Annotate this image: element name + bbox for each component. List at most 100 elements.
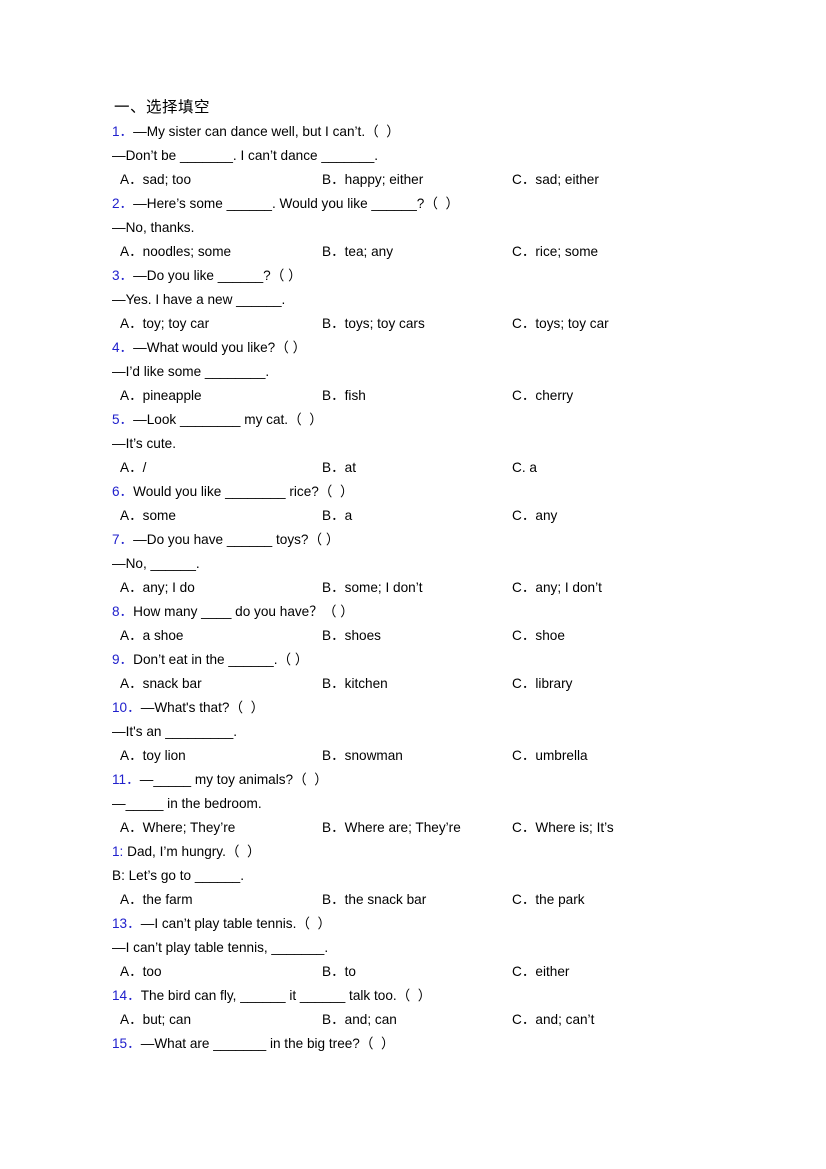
question-continuation: B: Let’s go to ______. xyxy=(112,868,245,883)
question-stem-line: 15．—What are _______ in the big tree?（ ） xyxy=(112,1032,716,1056)
question-stem: The bird can fly, ______ it ______ talk … xyxy=(140,988,432,1003)
option-c[interactable]: C．and; can’t xyxy=(512,1008,594,1032)
question-item: 9．Don’t eat in the ______.（ ） A．snack ba… xyxy=(112,648,716,696)
option-c[interactable]: C．shoe xyxy=(512,624,565,648)
question-item: 10．—What's that?（ ） —It's an _________. … xyxy=(112,696,716,768)
question-stem: —What are _______ in the big tree?（ ） xyxy=(140,1036,395,1051)
question-continuation: —_____ in the bedroom. xyxy=(112,796,262,811)
option-c[interactable]: C．the park xyxy=(512,888,585,912)
question-stem: —Do you like ______?（ ） xyxy=(133,268,302,283)
option-b[interactable]: B．kitchen xyxy=(322,672,388,696)
option-b[interactable]: B．shoes xyxy=(322,624,381,648)
question-stem: How many ____ do you have？（ ） xyxy=(133,604,354,619)
option-a[interactable]: A．too xyxy=(120,960,162,984)
option-a[interactable]: A．a shoe xyxy=(120,624,183,648)
option-c[interactable]: C．toys; toy car xyxy=(512,312,609,336)
question-stem-line: 1．—My sister can dance well, but I can’t… xyxy=(112,120,716,144)
option-b[interactable]: B．happy; either xyxy=(322,168,423,192)
option-b[interactable]: B．some; I don’t xyxy=(322,576,423,600)
option-a[interactable]: A．but; can xyxy=(120,1008,191,1032)
question-stem-line: 14．The bird can fly, ______ it ______ ta… xyxy=(112,984,716,1008)
question-item: 5．—Look ________ my cat.（ ） —It’s cute. … xyxy=(112,408,716,480)
question-options: A．too B．to C．either xyxy=(112,960,716,984)
question-stem: Would you like ________ rice?（ ） xyxy=(133,484,354,499)
question-stem-line: 2．—Here’s some ______. Would you like __… xyxy=(112,192,716,216)
question-stem-line: 10．—What's that?（ ） xyxy=(112,696,716,720)
option-a[interactable]: A．any; I do xyxy=(120,576,195,600)
option-b[interactable]: B．fish xyxy=(322,384,366,408)
question-stem: Don’t eat in the ______.（ ） xyxy=(133,652,309,667)
question-item: 2．—Here’s some ______. Would you like __… xyxy=(112,192,716,264)
option-a[interactable]: A．noodles; some xyxy=(120,240,231,264)
question-continuation: —No, thanks. xyxy=(112,220,195,235)
option-a[interactable]: A．the farm xyxy=(120,888,193,912)
question-options: A．snack bar B．kitchen C．library xyxy=(112,672,716,696)
option-b[interactable]: B．snowman xyxy=(322,744,403,768)
option-c[interactable]: C．any; I don’t xyxy=(512,576,602,600)
question-item: 15．—What are _______ in the big tree?（ ） xyxy=(112,1032,716,1056)
option-c[interactable]: C．Where is; It’s xyxy=(512,816,614,840)
option-a[interactable]: A．sad; too xyxy=(120,168,191,192)
option-c[interactable]: C．rice; some xyxy=(512,240,598,264)
option-a[interactable]: A．snack bar xyxy=(120,672,202,696)
question-options: A．toy; toy car B．toys; toy cars C．toys; … xyxy=(112,312,716,336)
option-b[interactable]: B．Where are; They’re xyxy=(322,816,461,840)
question-stem-line: 6．Would you like ________ rice?（ ） xyxy=(112,480,716,504)
question-options: A．some B．a C．any xyxy=(112,504,716,528)
option-b[interactable]: B．toys; toy cars xyxy=(322,312,425,336)
option-c[interactable]: C．either xyxy=(512,960,569,984)
question-continuation: —It’s cute. xyxy=(112,436,176,451)
question-stem: —Do you have ______ toys?（ ） xyxy=(133,532,340,547)
question-stem: —Look ________ my cat.（ ） xyxy=(133,412,323,427)
option-b[interactable]: B．tea; any xyxy=(322,240,393,264)
question-options: A．the farm B．the snack bar C．the park xyxy=(112,888,716,912)
question-stem: —_____ my toy animals?（ ） xyxy=(139,772,328,787)
option-b[interactable]: B．the snack bar xyxy=(322,888,426,912)
question-stem: —I can’t play table tennis.（ ） xyxy=(140,916,332,931)
question-options: A．any; I do B．some; I don’t C．any; I don… xyxy=(112,576,716,600)
option-a[interactable]: A．Where; They’re xyxy=(120,816,235,840)
question-item: 13．—I can’t play table tennis.（ ） —I can… xyxy=(112,912,716,984)
question-options: A．a shoe B．shoes C．shoe xyxy=(112,624,716,648)
section-title: 一、选择填空 xyxy=(114,99,211,116)
option-c[interactable]: C．umbrella xyxy=(512,744,588,768)
option-c[interactable]: C．sad; either xyxy=(512,168,599,192)
option-a[interactable]: A．toy lion xyxy=(120,744,186,768)
question-continuation: —No, ______. xyxy=(112,556,200,571)
question-options: A．sad; too B．happy; either C．sad; either xyxy=(112,168,716,192)
question-options: A．Where; They’re B．Where are; They’re C．… xyxy=(112,816,716,840)
question-stem-line: 1: Dad, I’m hungry.（ ） xyxy=(112,840,716,864)
question-options: A．noodles; some B．tea; any C．rice; some xyxy=(112,240,716,264)
question-options: A．/ B．at C. a xyxy=(112,456,716,480)
question-options: A．toy lion B．snowman C．umbrella xyxy=(112,744,716,768)
option-b[interactable]: B．a xyxy=(322,504,352,528)
question-item: 6．Would you like ________ rice?（ ） A．som… xyxy=(112,480,716,528)
option-b[interactable]: B．at xyxy=(322,456,356,480)
option-c[interactable]: C．any xyxy=(512,504,557,528)
question-stem-line: 7．—Do you have ______ toys?（ ） xyxy=(112,528,716,552)
question-options: A．but; can B．and; can C．and; can’t xyxy=(112,1008,716,1032)
question-stem-line: 9．Don’t eat in the ______.（ ） xyxy=(112,648,716,672)
question-stem-line: 11．—_____ my toy animals?（ ） xyxy=(112,768,716,792)
question-item: 1．—My sister can dance well, but I can’t… xyxy=(112,120,716,192)
question-stem: —What's that?（ ） xyxy=(140,700,265,715)
option-c[interactable]: C．library xyxy=(512,672,572,696)
option-b[interactable]: B．to xyxy=(322,960,356,984)
option-a[interactable]: A．toy; toy car xyxy=(120,312,209,336)
question-item: 3．—Do you like ______?（ ） —Yes. I have a… xyxy=(112,264,716,336)
question-continuation: —I can’t play table tennis, _______. xyxy=(112,940,329,955)
option-c[interactable]: C. a xyxy=(512,456,537,480)
question-stem: —My sister can dance well, but I can’t.（… xyxy=(133,124,400,139)
question-stem-line: 4．—What would you like?（ ） xyxy=(112,336,716,360)
question-stem-line: 8．How many ____ do you have？（ ） xyxy=(112,600,716,624)
option-b[interactable]: B．and; can xyxy=(322,1008,397,1032)
option-a[interactable]: A．/ xyxy=(120,456,146,480)
option-a[interactable]: A．pineapple xyxy=(120,384,202,408)
option-c[interactable]: C．cherry xyxy=(512,384,573,408)
option-a[interactable]: A．some xyxy=(120,504,176,528)
question-continuation: —It's an _________. xyxy=(112,724,238,739)
question-stem-line: 5．—Look ________ my cat.（ ） xyxy=(112,408,716,432)
question-stem-line: 13．—I can’t play table tennis.（ ） xyxy=(112,912,716,936)
question-item: 1: Dad, I’m hungry.（ ） B: Let’s go to __… xyxy=(112,840,716,912)
question-continuation: —Don’t be _______. I can’t dance _______… xyxy=(112,148,379,163)
